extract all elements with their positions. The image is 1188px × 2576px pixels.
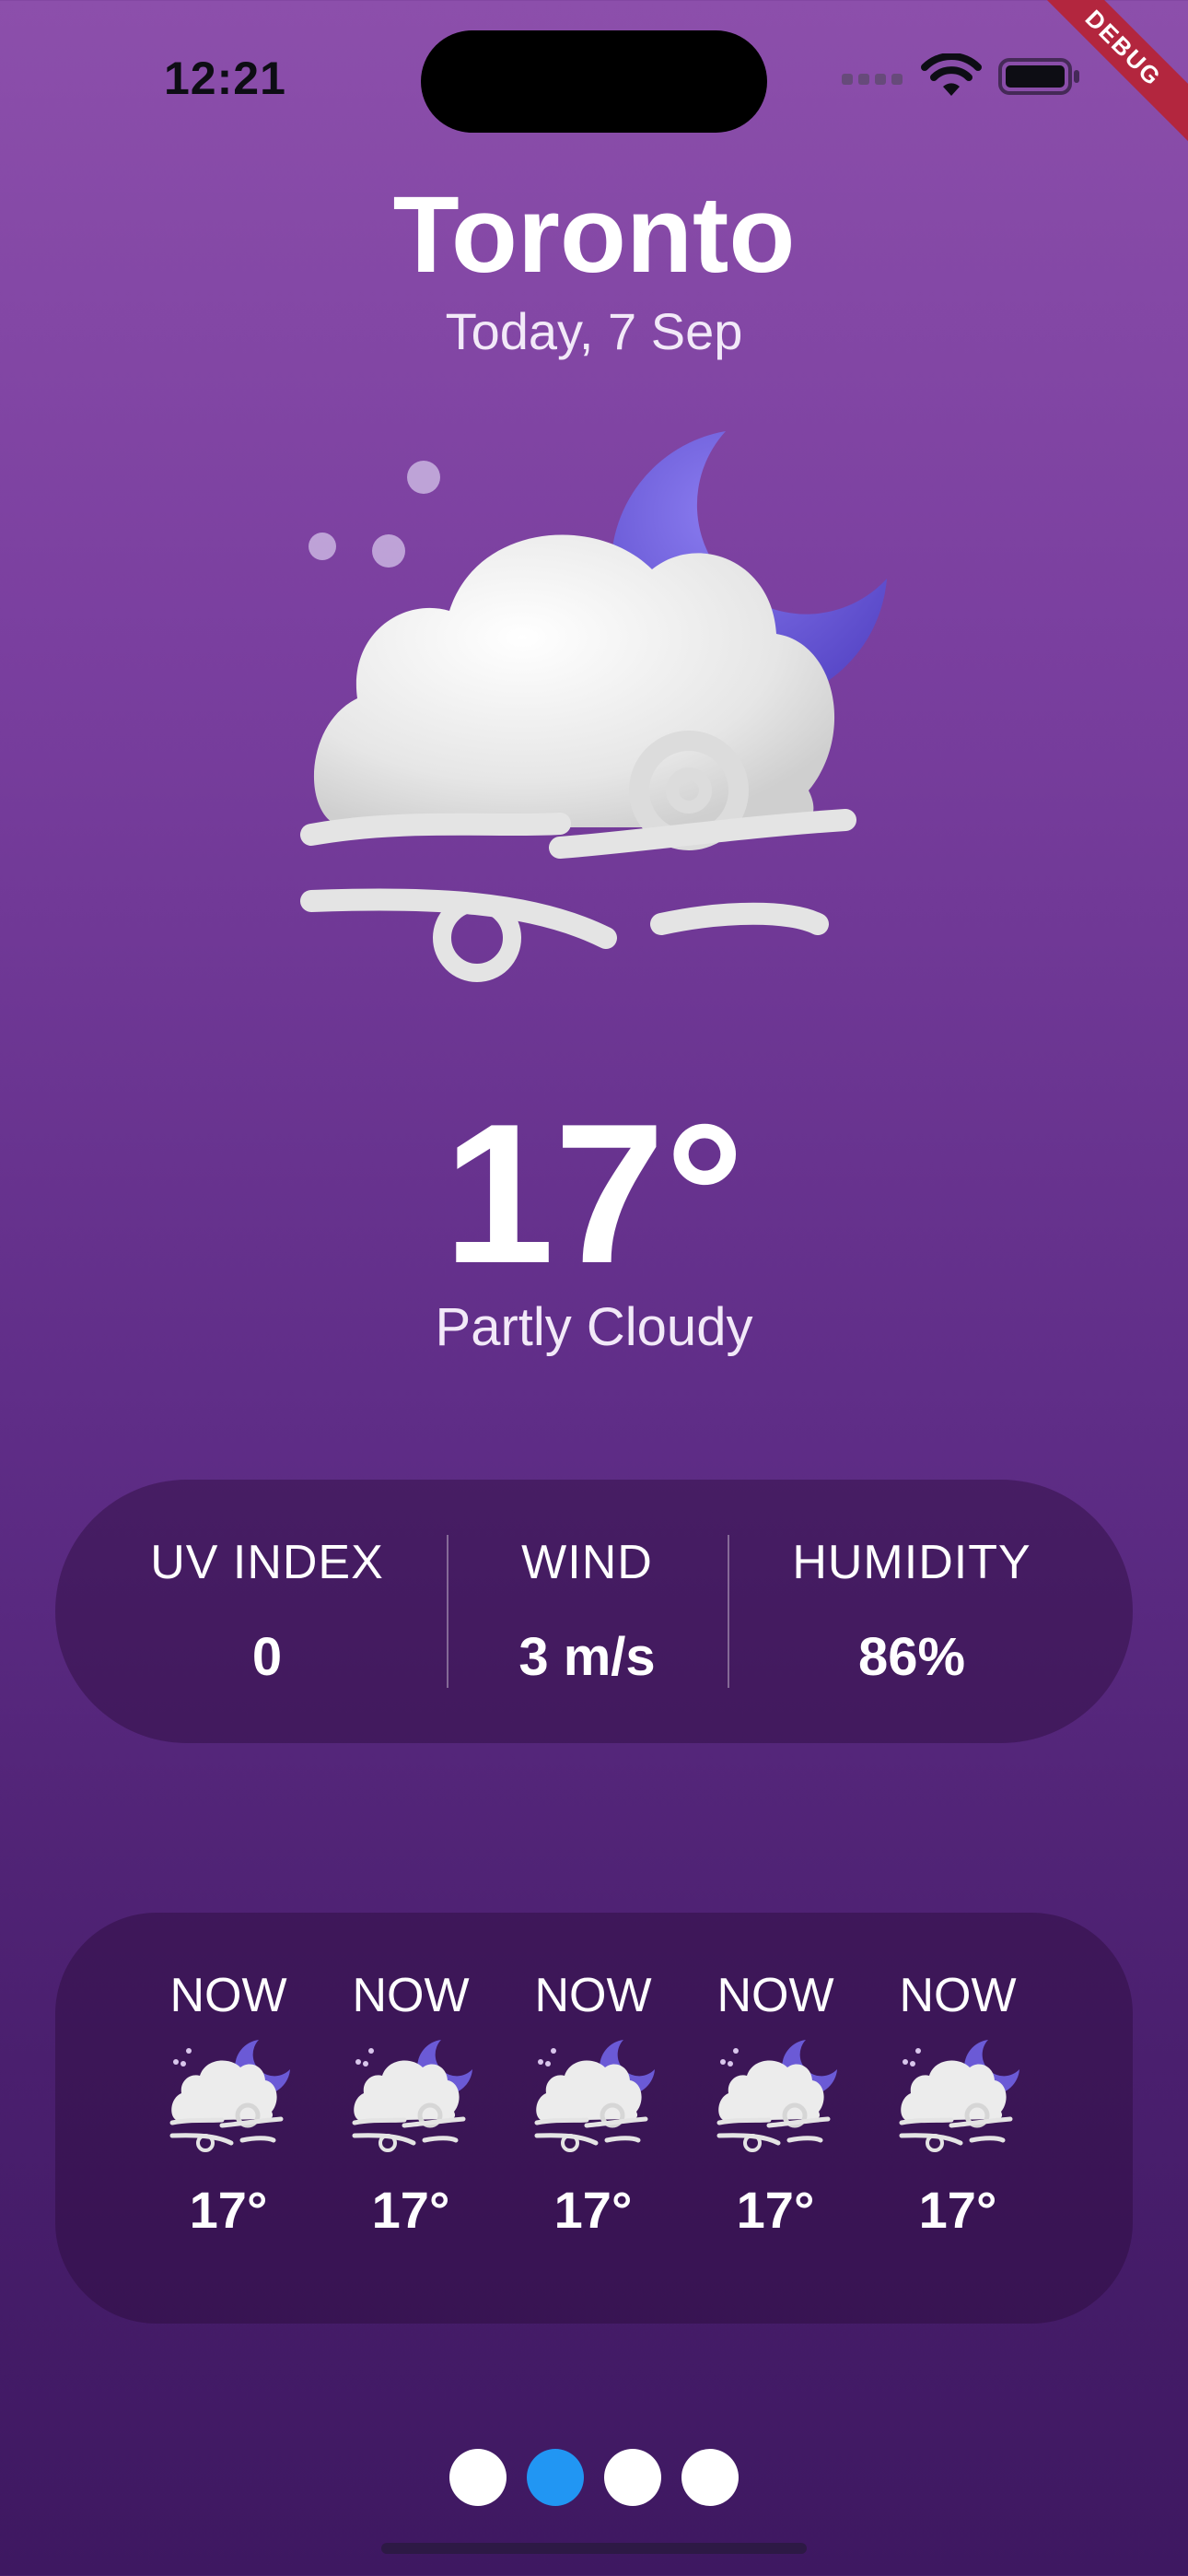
hourly-item: NOW 17° — [515, 1968, 671, 2241]
partly-cloudy-night-wind-icon — [896, 2038, 1019, 2156]
stat-label: UV INDEX — [150, 1536, 384, 1589]
hourly-item: NOW 17° — [332, 1968, 489, 2241]
wifi-icon — [921, 53, 982, 96]
hourly-time-label: NOW — [534, 1969, 652, 2022]
stat-wind: WIND 3 m/s — [447, 1535, 728, 1690]
hourly-item: NOW 17° — [697, 1968, 854, 2241]
partly-cloudy-night-wind-icon — [167, 2038, 290, 2156]
hourly-temperature: 17° — [736, 2181, 815, 2239]
battery-icon — [998, 58, 1079, 95]
status-time: 12:21 — [164, 53, 286, 104]
current-temperature: 17° — [443, 1082, 745, 1305]
cellular-signal-icon — [842, 74, 906, 92]
page-dot-2-active[interactable] — [527, 2449, 584, 2506]
weather-condition: Partly Cloudy — [435, 1297, 753, 1357]
current-date: Today, 7 Sep — [445, 302, 743, 360]
hourly-time-label: NOW — [716, 1969, 834, 2022]
hourly-forecast-card[interactable]: NOW 17° NOW 17° NOW 17° NOW 17° NOW 17° — [55, 1913, 1133, 2324]
stat-label: WIND — [521, 1536, 653, 1589]
stat-value: 86% — [857, 1627, 966, 1687]
city-name: Toronto — [392, 174, 796, 296]
dynamic-island — [421, 30, 767, 133]
hourly-temperature: 17° — [189, 2181, 268, 2239]
hourly-item: NOW 17° — [879, 1968, 1036, 2241]
partly-cloudy-night-wind-icon — [349, 2038, 472, 2156]
hourly-time-label: NOW — [169, 1969, 287, 2022]
hourly-time-label: NOW — [352, 1969, 470, 2022]
hourly-time-label: NOW — [899, 1969, 1017, 2022]
page-indicator — [0, 2449, 1188, 2506]
stat-value: 3 m/s — [518, 1627, 656, 1687]
page-dot-3[interactable] — [604, 2449, 661, 2506]
partly-cloudy-night-wind-icon — [714, 2038, 837, 2156]
stat-value: 0 — [251, 1627, 283, 1687]
hourly-temperature: 17° — [918, 2181, 997, 2239]
stat-uv-index: UV INDEX 0 — [55, 1535, 479, 1690]
weather-stats-card: UV INDEX 0 WIND 3 m/s HUMIDITY 86% — [55, 1480, 1133, 1743]
stat-humidity: HUMIDITY 86% — [728, 1535, 1096, 1690]
partly-cloudy-night-wind-icon — [300, 431, 887, 982]
hourly-temperature: 17° — [371, 2181, 450, 2239]
page-dot-1[interactable] — [449, 2449, 507, 2506]
stat-label: HUMIDITY — [792, 1536, 1031, 1589]
page-dot-4[interactable] — [681, 2449, 739, 2506]
hourly-temperature: 17° — [553, 2181, 633, 2239]
partly-cloudy-night-wind-icon — [531, 2038, 655, 2156]
hourly-item: NOW 17° — [150, 1968, 307, 2241]
home-indicator[interactable] — [381, 2543, 807, 2554]
